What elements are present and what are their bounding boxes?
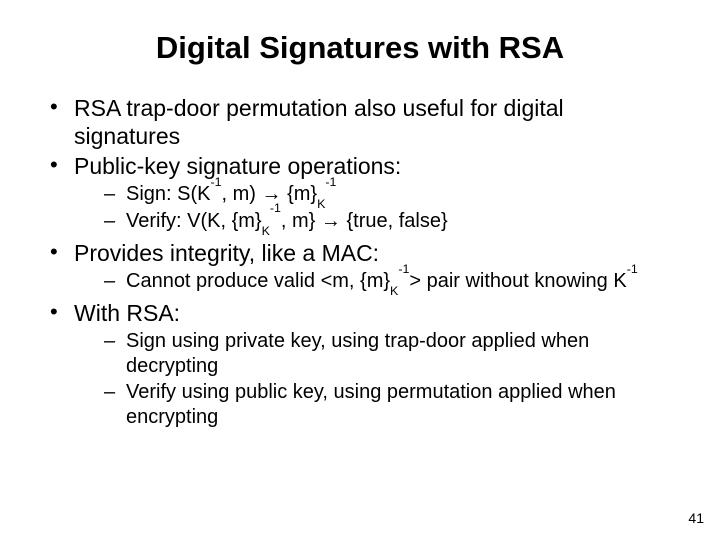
bullet-pubkey-ops: Public-key signature operations: Sign: S… (44, 152, 676, 233)
text: {true, false} (341, 210, 448, 232)
bullet-text: RSA trap-door permutation also useful fo… (74, 95, 564, 149)
sub-sign-private: Sign using private key, using trap-door … (74, 329, 676, 378)
bullet-list: RSA trap-door permutation also useful fo… (44, 94, 676, 429)
page-number: 41 (688, 510, 704, 526)
sub-list: Sign using private key, using trap-door … (74, 329, 676, 429)
bullet-text: Provides integrity, like a MAC: (74, 240, 379, 266)
superscript: -1 (325, 175, 336, 189)
sub-verify: Verify: V(K, {m}K-1, m} → {true, false} (74, 209, 676, 233)
superscript: -1 (627, 262, 638, 276)
bullet-integrity: Provides integrity, like a MAC: Cannot p… (44, 239, 676, 293)
bullet-rsa-trapdoor: RSA trap-door permutation also useful fo… (44, 94, 676, 150)
sub-verify-public: Verify using public key, using permutati… (74, 380, 676, 429)
text: , m) (222, 183, 262, 205)
text: Sign: S(K (126, 183, 210, 205)
text: Verify using public key, using permutati… (126, 381, 616, 427)
superscript: -1 (270, 201, 281, 215)
text: > pair without knowing K (409, 270, 626, 292)
superscript: -1 (398, 262, 409, 276)
sub-list: Sign: S(K-1, m) → {m}K-1 Verify: V(K, {m… (74, 182, 676, 233)
slide-title: Digital Signatures with RSA (44, 30, 676, 66)
text: Cannot produce valid <m, {m} (126, 270, 390, 292)
text: Verify: V(K, {m} (126, 210, 262, 232)
sub-sign: Sign: S(K-1, m) → {m}K-1 (74, 182, 676, 206)
text: , m} (281, 210, 321, 232)
subscript: K (262, 224, 270, 238)
text: {m} (282, 183, 318, 205)
sub-list: Cannot produce valid <m, {m}K-1> pair wi… (74, 269, 676, 293)
bullet-with-rsa: With RSA: Sign using private key, using … (44, 299, 676, 429)
text: Sign using private key, using trap-door … (126, 330, 589, 376)
arrow-icon: → (321, 210, 341, 232)
bullet-text: Public-key signature operations: (74, 153, 401, 179)
superscript: -1 (210, 175, 221, 189)
bullet-text: With RSA: (74, 300, 180, 326)
subscript: K (390, 284, 398, 298)
slide: Digital Signatures with RSA RSA trap-doo… (0, 0, 720, 540)
sub-cannot-produce: Cannot produce valid <m, {m}K-1> pair wi… (74, 269, 676, 293)
